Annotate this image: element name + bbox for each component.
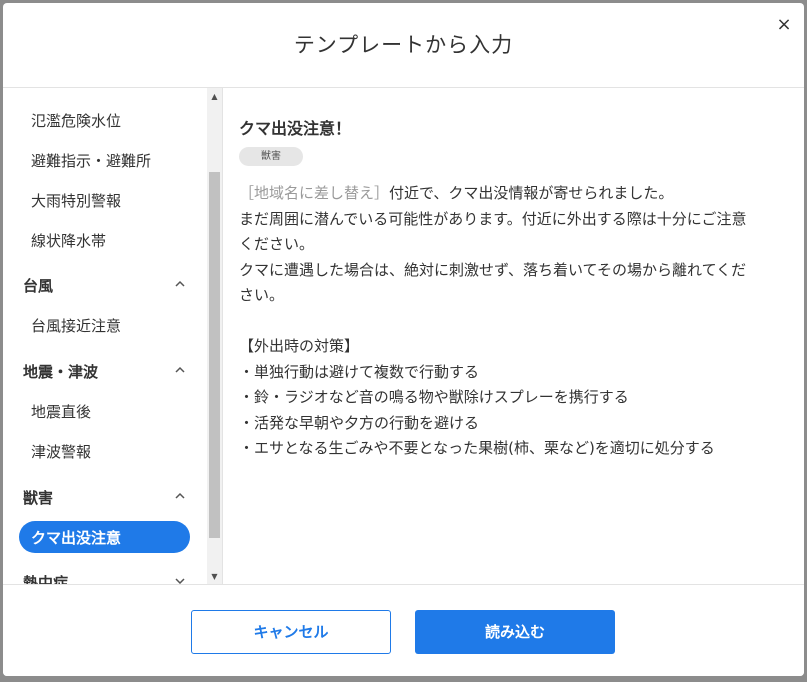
sidebar-category-heatstroke[interactable]: 熱中症 (23, 572, 193, 584)
sidebar-item-tsunami-warning[interactable]: 津波警報 (31, 441, 91, 462)
sidebar-category-typhoon[interactable]: 台風 (23, 275, 193, 296)
sidebar-item-flood-danger-level[interactable]: 氾濫危険水位 (31, 110, 121, 131)
category-label: 熱中症 (23, 574, 69, 584)
body-line: ください。 (239, 235, 315, 253)
category-label: 台風 (23, 277, 54, 295)
load-button[interactable]: 読み込む (415, 610, 615, 654)
body-line: 【外出時の対策】 (239, 337, 360, 355)
scrollbar-thumb[interactable] (209, 172, 220, 538)
body-line: ［地域名に差し替え］付近で、クマ出没情報が寄せられました。 (239, 181, 795, 207)
dialog-footer: キャンセル 読み込む (3, 584, 804, 676)
dialog-header: テンプレートから入力 × (3, 3, 804, 88)
sidebar-item-heavy-rain-warning[interactable]: 大雨特別警報 (31, 190, 121, 211)
sidebar-category-wildlife[interactable]: 獣害 (23, 487, 193, 508)
chevron-up-icon (175, 492, 185, 499)
sidebar-item-bear-alert[interactable]: クマ出没注意 (19, 521, 190, 553)
body-line: さい。 (239, 286, 285, 304)
body-line: ・エサとなる生ごみや不要となった果樹(柿、栗など)を適切に処分する (239, 439, 715, 457)
template-preview: クマ出没注意！ 獣害 ［地域名に差し替え］付近で、クマ出没情報が寄せられました。… (239, 88, 795, 584)
placeholder-text: ［地域名に差し替え］ (239, 184, 390, 202)
body-line: まだ周囲に潜んでいる可能性があります。付近に外出する際は十分にご注意 (239, 209, 747, 228)
template-body: ［地域名に差し替え］付近で、クマ出没情報が寄せられました。 まだ周囲に潜んでいる… (239, 181, 795, 462)
chevron-up-icon (175, 280, 185, 287)
body-line (239, 309, 795, 335)
body-line: ・鈴・ラジオなど音の鳴る物や獣除けスプレーを携行する (239, 388, 629, 406)
template-dialog: テンプレートから入力 × 氾濫危険水位 避難指示・避難所 大雨特別警報 線状降水… (3, 3, 804, 676)
sidebar-item-evacuation[interactable]: 避難指示・避難所 (31, 150, 151, 171)
body-line: ・単独行動は避けて複数で行動する (239, 362, 480, 381)
scroll-down-arrow-icon[interactable]: ▼ (207, 570, 222, 584)
category-label: 地震・津波 (23, 363, 99, 381)
body-line-text: 付近で、クマ出没情報が寄せられました。 (389, 184, 674, 202)
chevron-up-icon (175, 366, 185, 373)
cancel-button[interactable]: キャンセル (191, 610, 391, 654)
template-sidebar: 氾濫危険水位 避難指示・避難所 大雨特別警報 線状降水帯 台風 台風接近注意 地… (3, 88, 223, 584)
template-title: クマ出没注意！ (239, 119, 352, 138)
dialog-title: テンプレートから入力 (293, 33, 514, 57)
body-line: ・活発な早朝や夕方の行動を避ける (239, 413, 480, 432)
scroll-up-arrow-icon[interactable]: ▲ (207, 90, 222, 104)
sidebar-item-linear-rainband[interactable]: 線状降水帯 (31, 230, 106, 251)
close-icon[interactable]: × (772, 13, 796, 37)
sidebar-item-typhoon-approach[interactable]: 台風接近注意 (31, 315, 121, 336)
category-label: 獣害 (23, 489, 54, 507)
category-tag: 獣害 (239, 147, 303, 166)
sidebar-item-after-earthquake[interactable]: 地震直後 (31, 401, 91, 422)
sidebar-scrollbar[interactable]: ▲ ▼ (207, 88, 222, 584)
sidebar-item-label: クマ出没注意 (31, 529, 122, 547)
sidebar-category-earthquake-tsunami[interactable]: 地震・津波 (23, 361, 193, 382)
chevron-down-icon (175, 578, 185, 584)
body-line: クマに遭遇した場合は、絶対に刺激せず、落ち着いてその場から離れてくだ (239, 260, 747, 279)
